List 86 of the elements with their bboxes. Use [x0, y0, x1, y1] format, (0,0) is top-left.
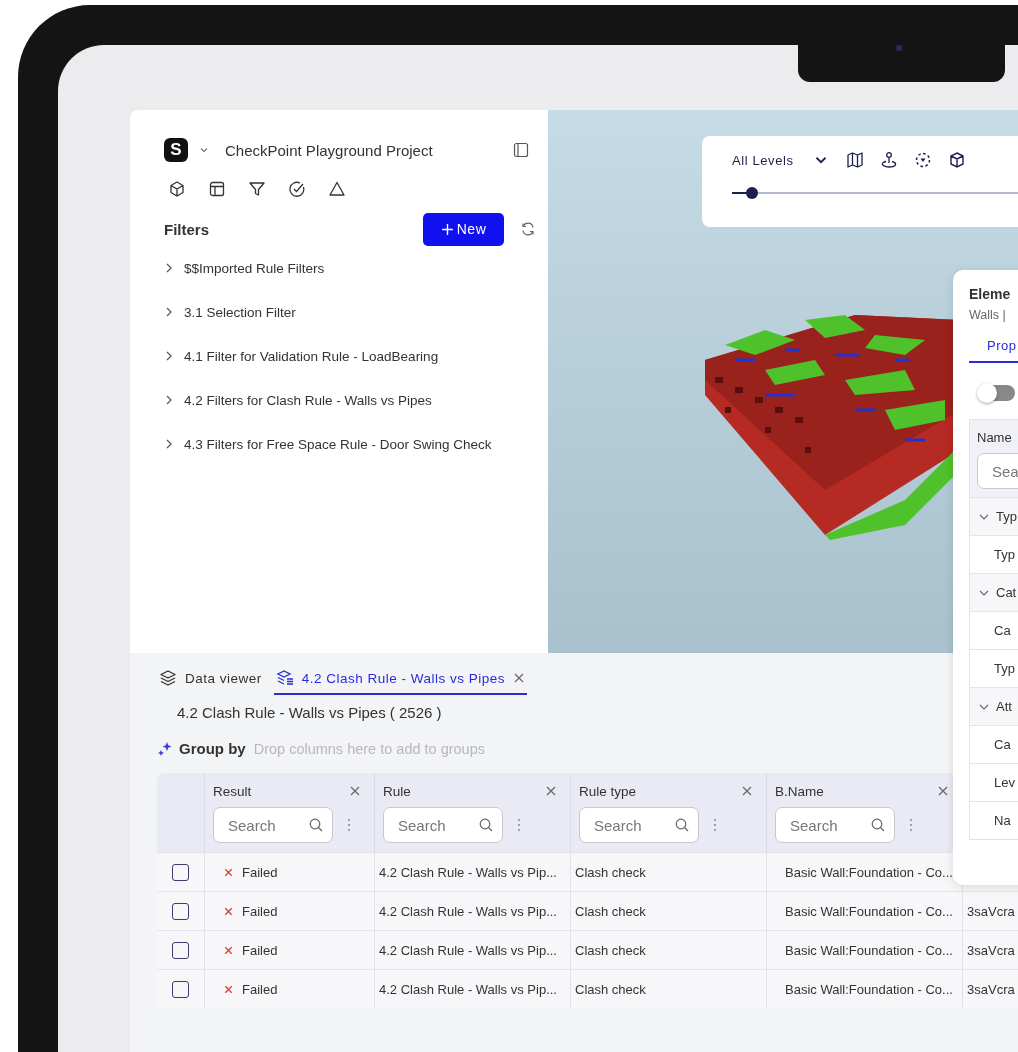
project-title: CheckPoint Playground Project — [225, 141, 433, 159]
map-icon[interactable] — [845, 151, 864, 169]
filters-heading: Filters — [164, 220, 209, 238]
close-icon[interactable] — [741, 785, 753, 797]
column-header[interactable]: Rule type — [579, 783, 637, 799]
search-field[interactable]: Search — [775, 807, 895, 843]
new-button[interactable]: New — [423, 212, 504, 246]
table-cell: Failed — [242, 864, 278, 880]
table-cell: Basic Wall:Foundation - Co... — [785, 942, 953, 958]
table-cell: 3saVcra — [967, 903, 1015, 919]
app-logo[interactable]: S — [164, 138, 188, 162]
table-cell: Clash check — [575, 942, 646, 958]
filter-item[interactable]: 4.3 Filters for Free Space Rule - Door Swing Check — [163, 422, 548, 466]
table-cell: 4.2 Clash Rule - Walls vs Pip... — [379, 903, 557, 919]
close-icon[interactable] — [349, 785, 361, 797]
sidebar-toggle-icon[interactable] — [513, 142, 529, 158]
focus-icon[interactable] — [913, 151, 932, 169]
check-circle-icon[interactable] — [288, 180, 306, 198]
group-by-label: Group by — [179, 740, 246, 757]
data-tab[interactable]: 4.2 Clash Rule - Walls vs Pipes — [273, 663, 528, 695]
layered-list-icon — [275, 669, 294, 687]
search-icon[interactable] — [674, 817, 690, 833]
plus-icon — [440, 222, 454, 236]
toggle-switch[interactable] — [979, 385, 1015, 401]
row-checkbox[interactable] — [172, 902, 189, 920]
column-header[interactable]: Rule — [383, 783, 411, 799]
close-icon[interactable] — [937, 785, 949, 797]
property-group[interactable]: Typ — [996, 509, 1017, 524]
close-icon[interactable] — [545, 785, 557, 797]
filter-item[interactable]: 3.1 Selection Filter — [163, 290, 548, 334]
table-cell: Failed — [242, 942, 278, 958]
panel-subtitle: Walls | — [969, 308, 1007, 322]
cube-icon[interactable] — [168, 180, 186, 198]
table-cell: Basic Wall:Foundation - Co... — [785, 981, 953, 997]
location-pin-icon[interactable] — [879, 151, 898, 169]
table-cell: 3saVcra — [967, 981, 1015, 997]
column-header[interactable]: B.Name — [775, 783, 824, 799]
column-header[interactable]: Result — [213, 783, 252, 799]
table-cell: 4.2 Clash Rule - Walls vs Pip... — [379, 864, 557, 880]
search-field[interactable]: Sea — [977, 453, 1018, 489]
result-title: 4.2 Clash Rule - Walls vs Pipes ( 2526 ) — [177, 704, 442, 721]
property-name: Ca — [994, 623, 1011, 638]
layers-icon — [159, 669, 177, 687]
row-checkbox[interactable] — [172, 941, 189, 959]
property-name: Typ — [994, 661, 1015, 676]
property-name: Lev — [994, 775, 1015, 790]
filter-icon[interactable] — [248, 180, 266, 198]
panel-title: Eleme — [969, 286, 1012, 302]
search-field[interactable]: Search — [383, 807, 503, 843]
table-cell: Clash check — [575, 981, 646, 997]
table-cell: Basic Wall:Foundation - Co... — [785, 903, 953, 919]
filter-item[interactable]: 4.1 Filter for Validation Rule - LoadBearing — [163, 334, 548, 378]
layout-icon[interactable] — [208, 180, 226, 198]
data-tab[interactable]: Data viewer — [157, 663, 264, 695]
table-cell: 3saVcra — [967, 942, 1015, 958]
search-icon[interactable] — [478, 817, 494, 833]
table-cell: Basic Wall:Foundation - Co... — [785, 864, 953, 880]
slider-thumb[interactable] — [745, 187, 758, 199]
camera-lens — [896, 45, 902, 51]
property-name: Ca — [994, 737, 1011, 752]
search-field[interactable]: Search — [579, 807, 699, 843]
property-name: Na — [994, 813, 1011, 828]
table-cell: Clash check — [575, 903, 646, 919]
table-cell: Clash check — [575, 864, 646, 880]
search-icon[interactable] — [308, 817, 324, 833]
property-group[interactable]: Att — [996, 699, 1012, 714]
search-icon[interactable] — [870, 817, 886, 833]
property-group[interactable]: Cat — [996, 585, 1017, 600]
properties-tab[interactable]: Prop — [969, 338, 1018, 363]
property-name: Typ — [994, 547, 1015, 562]
table-cell: Failed — [242, 903, 278, 919]
triangle-icon[interactable] — [328, 180, 346, 198]
filter-item[interactable]: 4.2 Filters for Clash Rule - Walls vs Pipes — [163, 378, 548, 422]
search-field[interactable]: Search — [213, 807, 333, 843]
close-icon[interactable] — [513, 672, 526, 684]
sparkle-icon — [157, 740, 173, 757]
table-cell: 4.2 Clash Rule - Walls vs Pip... — [379, 942, 557, 958]
column-header: Name — [977, 430, 1013, 445]
row-checkbox[interactable] — [172, 980, 189, 998]
cube-icon[interactable] — [947, 151, 966, 169]
table-cell: Failed — [242, 981, 278, 997]
level-select[interactable]: All Levels — [732, 152, 794, 168]
refresh-icon[interactable] — [520, 221, 536, 237]
filter-item[interactable]: $$Imported Rule Filters — [163, 246, 548, 290]
row-checkbox[interactable] — [172, 863, 189, 881]
table-cell: 4.2 Clash Rule - Walls vs Pip... — [379, 981, 557, 997]
